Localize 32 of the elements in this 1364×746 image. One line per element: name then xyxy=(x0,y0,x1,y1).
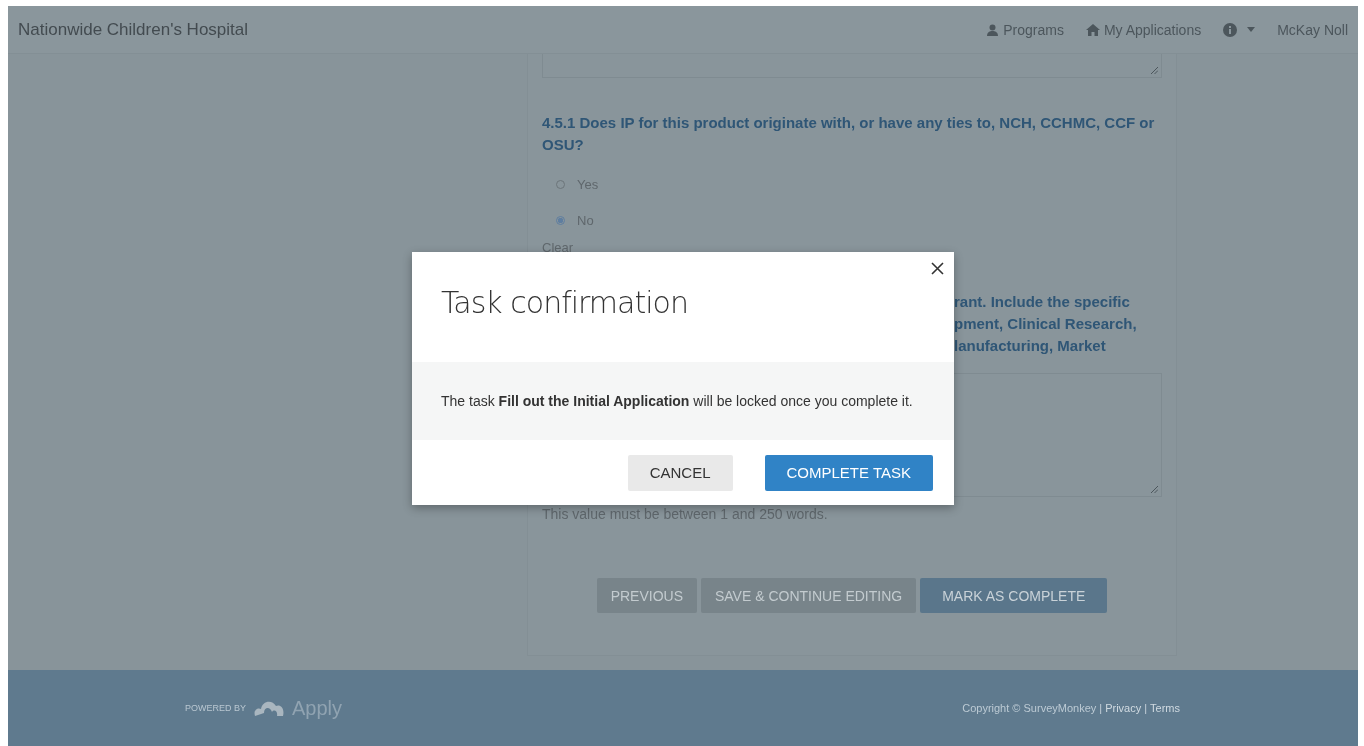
radio-button[interactable] xyxy=(556,215,565,225)
info-icon xyxy=(1223,22,1238,37)
nav-link[interactable]: Programs xyxy=(986,21,1064,38)
resize-grip-icon xyxy=(1151,486,1158,493)
question-text: lanufacturing, Market xyxy=(954,336,1107,356)
nav-link[interactable]: My Applications xyxy=(1085,21,1202,38)
home-icon xyxy=(1085,23,1100,36)
form-button[interactable]: PREVIOUS xyxy=(596,578,697,613)
cancel-button[interactable]: CANCEL xyxy=(627,454,733,491)
people-icon xyxy=(986,23,1000,36)
close-button[interactable] xyxy=(930,261,945,276)
separator: | xyxy=(1144,702,1148,714)
footer-link[interactable]: Terms xyxy=(1150,702,1180,714)
confirm-button[interactable]: COMPLETE TASK xyxy=(764,454,933,491)
form-button[interactable]: MARK AS COMPLETE xyxy=(920,578,1108,613)
dropdown-menu[interactable]: McKay Noll xyxy=(1277,21,1358,38)
question-text: 4.5.1 Does IP for this product originate with, or have any ties to, NCH, CCHMC, CCF or OSU? xyxy=(542,113,1156,155)
powered-by-label: POWERED BY xyxy=(185,703,246,713)
footer-link[interactable]: Privacy xyxy=(1105,702,1142,714)
question-text: pment, Clinical Research, xyxy=(954,314,1138,334)
close-icon xyxy=(931,262,944,275)
question-text: rant. Include the specific xyxy=(954,292,1131,312)
site-title[interactable]: Nationwide Children's Hospital xyxy=(18,19,249,40)
text-area[interactable] xyxy=(542,54,1162,78)
separator: | xyxy=(1099,702,1103,714)
copyright-text: Copyright © SurveyMonkey xyxy=(962,702,1097,714)
dropdown-menu[interactable] xyxy=(1223,22,1256,37)
form-button[interactable]: SAVE & CONTINUE EDITING xyxy=(701,578,917,613)
dialog-title: Task confirmation xyxy=(441,285,688,320)
dialog-message: The task Fill out the Initial Application will be locked once you complete it. xyxy=(441,393,913,409)
caret-icon xyxy=(1247,27,1256,32)
resize-grip-icon xyxy=(1151,67,1158,74)
